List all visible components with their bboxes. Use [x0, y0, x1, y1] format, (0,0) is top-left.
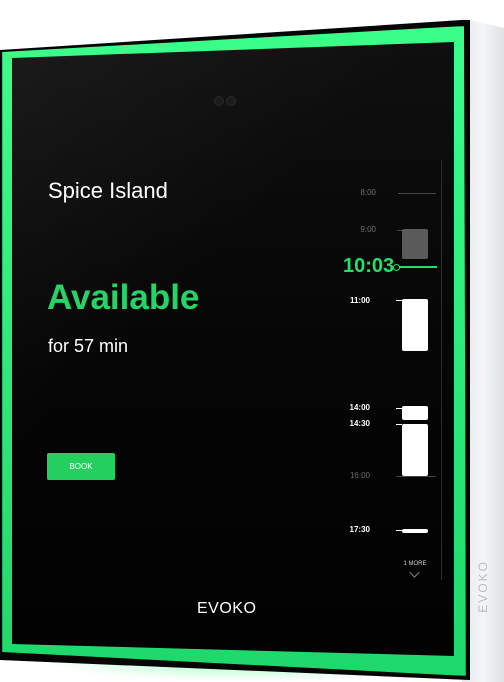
- time-label-11: 11:00: [349, 296, 370, 305]
- event-block-1730[interactable]: [402, 529, 428, 533]
- time-label-1430: 14:30: [349, 419, 370, 428]
- time-label-8: 8:00: [360, 188, 376, 197]
- availability-status: Available: [47, 278, 200, 317]
- tick-16: [396, 476, 436, 477]
- past-event-block[interactable]: [402, 229, 428, 259]
- current-time-line: [399, 266, 437, 268]
- timeline-axis: [441, 160, 442, 580]
- tick-8: [398, 193, 436, 194]
- time-label-14: 14:00: [349, 403, 370, 412]
- light-sensor-icon: [226, 96, 236, 106]
- book-button[interactable]: BOOK: [47, 453, 115, 480]
- screen-brand-logo: EVOKO: [197, 600, 257, 617]
- time-label-16: 16:00: [349, 471, 370, 480]
- camera-sensor-icon: [214, 96, 224, 106]
- event-block-14[interactable]: [402, 406, 428, 420]
- time-label-9: 9:00: [360, 225, 376, 234]
- current-time: 10:03: [343, 255, 395, 277]
- room-name: Spice Island: [48, 178, 168, 203]
- side-brand-logo: EVOKO: [476, 560, 490, 613]
- event-block-11[interactable]: [402, 299, 428, 351]
- time-label-1730: 17:30: [349, 525, 370, 534]
- more-events-link[interactable]: 1 MORE: [398, 561, 432, 567]
- event-block-1430[interactable]: [402, 424, 428, 476]
- availability-duration: for 57 min: [48, 336, 129, 356]
